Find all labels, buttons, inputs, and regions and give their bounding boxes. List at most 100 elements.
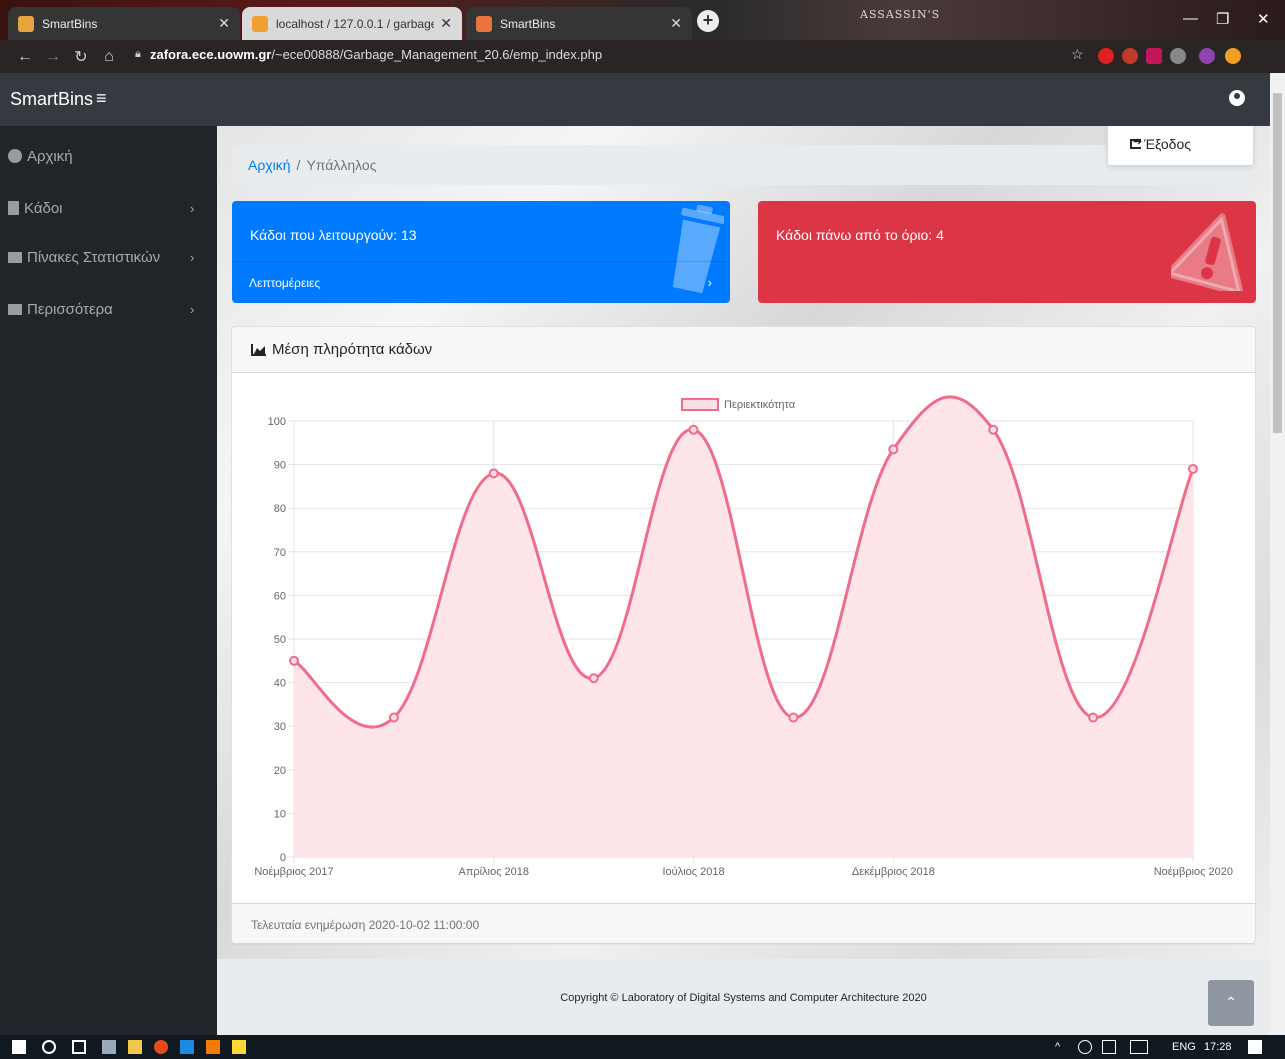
windows-taskbar: ^ ENG 17:28: [0, 1035, 1285, 1059]
url-field[interactable]: zafora.ece.uowm.gr/~ece00888/Garbage_Man…: [150, 47, 602, 62]
data-point: [1088, 712, 1099, 723]
browser-tab-smartbins[interactable]: SmartBins ✕: [8, 7, 240, 40]
details-link[interactable]: Λεπτομέρειες ›: [232, 261, 730, 303]
windows-start-icon[interactable]: [12, 1040, 26, 1054]
series-area-fill: [294, 396, 1193, 857]
network-icon[interactable]: [1078, 1040, 1092, 1054]
app-icon[interactable]: [206, 1040, 220, 1054]
chart-card-header: Μέση πληρότητα κάδων: [232, 327, 1255, 373]
volume-icon[interactable]: [1102, 1040, 1116, 1054]
chart-last-updated: Τελευταία ενημέρωση 2020-10-02 11:00:00: [232, 903, 1255, 945]
logout-menu-item[interactable]: Έξοδος: [1130, 135, 1191, 152]
chevron-right-icon: ›: [190, 200, 195, 216]
keyboard-icon[interactable]: [1130, 1040, 1148, 1054]
new-tab-icon[interactable]: +: [697, 10, 719, 32]
data-point: [688, 424, 699, 435]
y-tick-label: 60: [274, 590, 286, 602]
sidebar-item-more[interactable]: Περισσότερα ›: [8, 298, 208, 320]
close-tab-icon[interactable]: ✕: [670, 15, 682, 32]
data-point: [988, 424, 999, 435]
notepad-icon[interactable]: [232, 1040, 246, 1054]
copyright-text: Copyright © Laboratory of Digital System…: [560, 992, 927, 1004]
clock[interactable]: 17:28: [1204, 1041, 1232, 1053]
chevron-up-icon[interactable]: ^: [1055, 1041, 1060, 1053]
forward-icon[interactable]: →: [42, 48, 64, 66]
navbar-brand[interactable]: SmartBins: [10, 89, 93, 110]
details-link-label: Λεπτομέρειες: [249, 276, 321, 290]
url-path: /~ece00888/Garbage_Management_20.6/emp_i…: [271, 47, 603, 62]
notifications-icon[interactable]: [1248, 1040, 1262, 1054]
lock-icon: 🔒︎: [135, 48, 141, 60]
sidebar-item-label: Πίνακες Στατιστικών: [27, 248, 161, 266]
browser-tab-bar: SmartBins ✕ localhost / 127.0.0.1 / garb…: [0, 0, 1285, 40]
over-limit-bins-count: Κάδοι πάνω από το όριο: 4: [776, 227, 944, 243]
x-tick-label: Ιούλιος 2018: [663, 866, 725, 878]
home-icon[interactable]: ⌂: [98, 48, 120, 66]
sidebar-item-bins[interactable]: Κάδοι ›: [8, 197, 208, 219]
fill-level-chart: 0 10 20 30 40 50 60 70 80 90 100 Νοέμβριος 2017 Απρί…: [254, 395, 1233, 878]
sidebar-item-label: Κάδοι: [24, 199, 63, 217]
scrollbar-thumb[interactable]: [1273, 93, 1282, 433]
scroll-to-top-button[interactable]: ⌃: [1208, 980, 1254, 1026]
logout-label: Έξοδος: [1144, 136, 1191, 152]
profile-avatar-icon[interactable]: [1199, 48, 1215, 64]
task-view-icon[interactable]: [72, 1040, 86, 1054]
area-chart-icon: [251, 343, 266, 356]
data-point: [289, 655, 299, 666]
file-explorer-icon[interactable]: [128, 1040, 142, 1054]
main-content: Αρχική / Υπάλληλος Έξοδος Κάδοι που λειτου…: [217, 126, 1270, 1035]
restore-icon[interactable]: ❐: [1216, 10, 1229, 28]
chevron-right-icon: ›: [707, 275, 712, 290]
data-point: [488, 468, 499, 479]
sidebar-toggle-icon[interactable]: ≡: [96, 88, 107, 109]
sidebar-item-label: Αρχική: [27, 147, 73, 165]
working-bins-count: Κάδοι που λειτουργούν: 13: [250, 227, 417, 243]
search-icon[interactable]: [42, 1040, 56, 1054]
minimize-icon[interactable]: —: [1183, 10, 1198, 27]
y-tick-label: 10: [274, 808, 286, 820]
y-tick-label: 70: [274, 547, 286, 559]
data-point: [1188, 463, 1198, 474]
breadcrumb-separator: /: [296, 157, 301, 173]
warning-icon: [1171, 213, 1244, 291]
adblock-extension-icon[interactable]: [1098, 48, 1114, 64]
data-point: [888, 444, 899, 455]
sidebar-item-statistics[interactable]: Πίνακες Στατιστικών ›: [8, 246, 208, 268]
x-tick-label: Απρίλιος 2018: [459, 866, 530, 878]
breadcrumb-home-link[interactable]: Αρχική: [248, 157, 291, 173]
url-host: zafora.ece.uowm.gr: [150, 47, 272, 62]
x-tick-label: Δεκέμβριος 2018: [852, 866, 935, 878]
bookmark-star-icon[interactable]: ☆: [1071, 46, 1084, 63]
extension-icon[interactable]: [1146, 48, 1162, 64]
sidebar-item-home[interactable]: Αρχική: [8, 145, 208, 167]
legend-label: Περιεκτικότητα: [724, 399, 796, 411]
close-window-icon[interactable]: ✕: [1257, 10, 1270, 28]
table-icon: [8, 251, 22, 263]
y-tick-label: 40: [274, 678, 286, 690]
extensions-puzzle-icon[interactable]: [1170, 48, 1186, 64]
chrome-icon[interactable]: [154, 1040, 168, 1054]
back-icon[interactable]: ←: [14, 48, 36, 66]
language-indicator[interactable]: ENG: [1172, 1041, 1196, 1053]
close-tab-icon[interactable]: ✕: [218, 15, 230, 32]
x-tick-label: Νοέμβριος 2020: [1154, 866, 1233, 878]
archive-icon: [8, 303, 22, 315]
breadcrumb: Αρχική / Υπάλληλος: [232, 145, 1256, 185]
user-circle-icon[interactable]: [1229, 90, 1245, 106]
reload-icon[interactable]: ↻: [70, 47, 92, 67]
extension-icon[interactable]: [1122, 48, 1138, 64]
y-tick-label: 100: [268, 416, 286, 428]
chevron-up-icon: ⌃: [1225, 994, 1237, 1010]
user-dropdown-menu: Έξοδος: [1107, 126, 1254, 166]
close-tab-icon[interactable]: ✕: [440, 15, 452, 32]
update-warning-icon[interactable]: [1225, 48, 1241, 64]
page-footer: Copyright © Laboratory of Digital System…: [217, 959, 1270, 1035]
tab-title: localhost / 127.0.0.1 / garbage_m: [276, 16, 435, 31]
sign-out-icon: [1130, 135, 1142, 149]
app-icon[interactable]: [102, 1040, 116, 1054]
y-tick-label: 90: [274, 460, 286, 472]
page-scrollbar[interactable]: [1270, 73, 1285, 1035]
browser-tab-smartbins-2[interactable]: SmartBins ✕: [466, 7, 692, 40]
app-icon[interactable]: [180, 1040, 194, 1054]
browser-tab-phpmyadmin[interactable]: localhost / 127.0.0.1 / garbage_m ✕: [242, 7, 462, 40]
